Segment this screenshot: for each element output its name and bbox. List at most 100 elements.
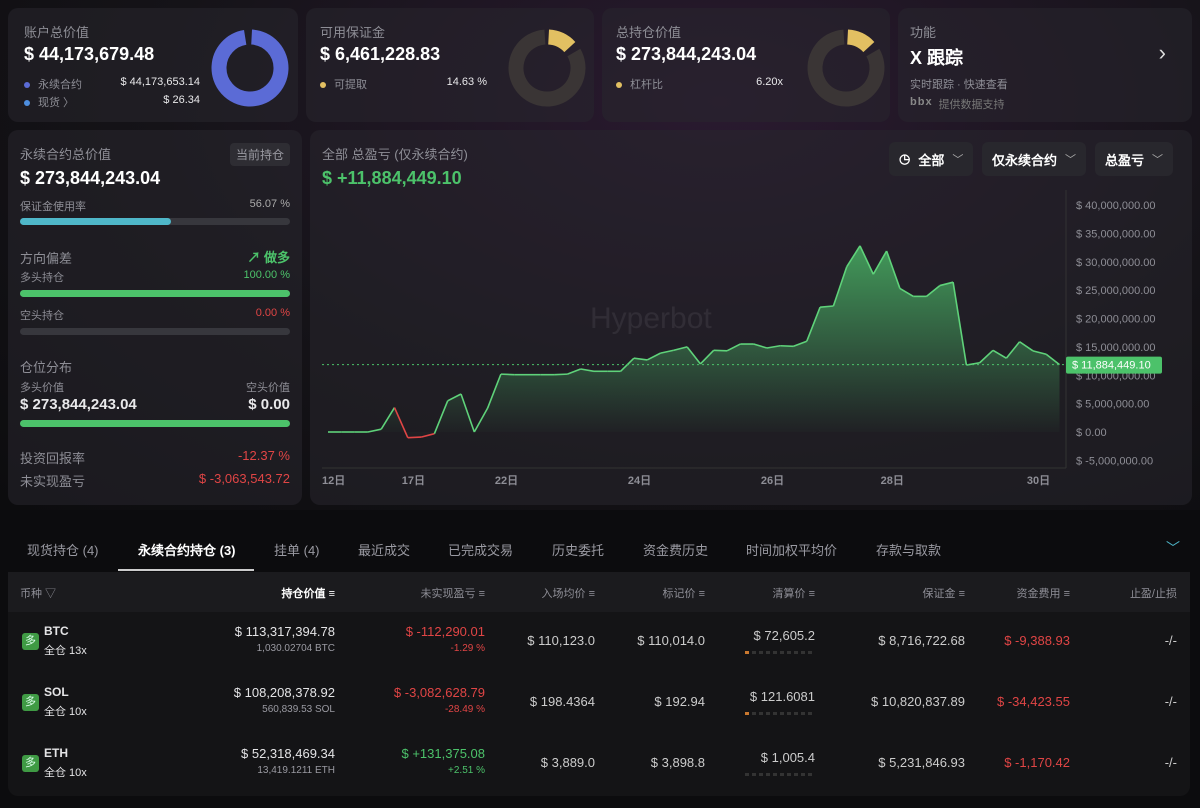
sort-icon[interactable]: ≡ — [586, 588, 595, 600]
liquidation-risk-meter — [745, 712, 812, 715]
x-tick-label: 26日 — [761, 474, 784, 487]
position-size: 13,419.1211 ETH — [257, 765, 335, 776]
tab-5[interactable]: 历史委托 — [552, 540, 604, 559]
margin: $ 10,820,837.89 — [871, 694, 965, 709]
chevron-right-icon[interactable]: › — [1159, 40, 1166, 66]
long-badge: 多 — [22, 755, 39, 772]
margin-usage-label: 保证金使用率 — [20, 201, 86, 213]
legend-dot — [24, 82, 30, 89]
tab-7[interactable]: 时间加权平均价 — [746, 540, 837, 559]
long-label: 多头持仓 — [20, 272, 64, 284]
x-tick-label: 17日 — [402, 474, 425, 487]
position-value: $ 108,208,378.92 — [233, 685, 335, 700]
x-tick-label: 24日 — [628, 474, 651, 487]
sort-icon[interactable]: ≡ — [1061, 588, 1070, 600]
active-tab-indicator — [118, 569, 254, 571]
margin: $ 5,231,846.93 — [878, 755, 965, 770]
long-badge: 多 — [22, 633, 39, 650]
withdrawable-pct: 14.63 % — [446, 76, 487, 88]
pnl-chart-card: 全部 总盈亏 (仅永续合约) $ +11,884,449.10 ◷ 全部 ﹀ 仅永续… — [310, 130, 1192, 505]
perp-value: $ 44,173,653.14 — [120, 76, 200, 88]
leverage-label: 杠杆比 — [630, 79, 663, 91]
column-header-8[interactable]: 止盈/止损 — [1130, 585, 1177, 601]
sort-icon[interactable]: ≡ — [476, 588, 485, 600]
tab-3[interactable]: 最近成交 — [358, 540, 410, 559]
column-header-3[interactable]: 入场均价 ≡ — [542, 585, 595, 601]
sort-icon[interactable]: ≡ — [956, 588, 965, 600]
sort-icon[interactable]: ≡ — [326, 588, 335, 600]
tp-sl: -/- — [1164, 633, 1177, 648]
y-tick-label: $ 15,000,000.00 — [1076, 342, 1156, 354]
chevron-down-icon[interactable]: ﹀ — [1166, 538, 1180, 558]
coin-symbol: ETH — [44, 746, 68, 760]
column-label: 资金费用 — [1016, 588, 1061, 600]
y-tick-label: $ 20,000,000.00 — [1076, 314, 1156, 326]
long-bar — [20, 290, 290, 297]
coin-symbol: SOL — [44, 685, 69, 699]
column-header-2[interactable]: 未实现盈亏 ≡ — [421, 585, 485, 601]
roi-value: -12.37 % — [237, 448, 290, 463]
account-value-card: 账户总价值 $ 44,173,679.48 永续合约 $ 44,173,653.1… — [8, 8, 298, 122]
pnl-line-segment — [500, 373, 515, 376]
unrealized-pnl-pct: -1.29 % — [450, 643, 485, 654]
tab-2[interactable]: 挂单 (4) — [274, 540, 320, 559]
legend-dot — [616, 82, 622, 89]
column-header-0[interactable]: 币种 ▽ — [20, 585, 56, 601]
powered-by-text: 提供数据支持 — [938, 99, 1005, 111]
mark-price: $ 192.94 — [654, 694, 705, 709]
margin-mode: 全仓 10x — [44, 706, 87, 718]
tab-1[interactable]: 永续合约持仓 (3) — [138, 540, 236, 559]
long-badge: 多 — [22, 694, 39, 711]
unrealized-pnl: $ -3,082,628.79 — [393, 685, 485, 700]
x-tick-label: 22日 — [495, 474, 518, 487]
margin: $ 8,716,722.68 — [878, 633, 965, 648]
short-value-label: 空头价值 — [246, 382, 290, 394]
short-value: $ 0.00 — [248, 396, 290, 413]
funding-fee: $ -34,423.55 — [996, 694, 1070, 709]
column-label: 未实现盈亏 — [420, 588, 476, 600]
unrealized-pnl: $ +131,375.08 — [401, 746, 486, 761]
mark-price: $ 110,014.0 — [637, 633, 705, 648]
liquidation-price: $ 1,005.4 — [760, 750, 815, 765]
filter-icon[interactable]: ▽ — [42, 588, 56, 600]
trending-up-icon: ↗ — [247, 250, 264, 265]
card-title: 功能 — [910, 25, 937, 40]
pnl-line-segment — [820, 305, 834, 308]
column-header-1[interactable]: 持仓价值 ≡ — [282, 585, 335, 601]
distribution-label: 仓位分布 — [20, 360, 73, 375]
tab-8[interactable]: 存款与取款 — [876, 540, 941, 559]
column-header-4[interactable]: 标记价 ≡ — [663, 585, 705, 601]
y-tick-label: $ 25,000,000.00 — [1076, 285, 1156, 297]
liquidation-price: $ 72,605.2 — [753, 628, 815, 643]
funding-fee: $ -9,388.93 — [1004, 633, 1070, 648]
liquidation-price: $ 121.6081 — [749, 689, 815, 704]
spot-link[interactable]: 现货 〉 $ 26.34 — [24, 94, 200, 110]
short-bar — [20, 328, 290, 335]
entry-price: $ 198.4364 — [529, 694, 595, 709]
x-tracking-title: X 跟踪 — [910, 48, 964, 68]
position-size: 560,839.53 SOL — [262, 704, 335, 715]
donut-chart — [508, 29, 586, 107]
legend-dot — [24, 100, 30, 107]
x-tracking-card[interactable]: 功能 X 跟踪 实时跟踪 · 快速查看 bbx 提供数据支持 › — [898, 8, 1192, 122]
margin-usage-pct: 56.07 % — [249, 198, 290, 210]
pnl-area — [328, 245, 1060, 438]
column-label: 清算价 — [772, 588, 806, 600]
column-label: 止盈/止损 — [1129, 588, 1177, 600]
column-header-7[interactable]: 资金费用 ≡ — [1017, 585, 1070, 601]
entry-price: $ 110,123.0 — [527, 633, 595, 648]
column-header-6[interactable]: 保证金 ≡ — [923, 585, 965, 601]
donut-chart — [211, 29, 289, 107]
tab-4[interactable]: 已完成交易 — [448, 540, 513, 559]
sort-icon[interactable]: ≡ — [696, 588, 705, 600]
tab-6[interactable]: 资金费历史 — [643, 540, 708, 559]
pnl-chart[interactable]: $ 40,000,000.00 $ 35,000,000.00 $ 30,000,0… — [310, 130, 1192, 505]
withdrawable-label: 可提取 — [334, 79, 367, 91]
current-position-badge[interactable]: 当前持仓 — [229, 143, 290, 166]
unrealized-pnl-pct: +2.51 % — [448, 765, 485, 776]
column-header-5[interactable]: 清算价 ≡ — [773, 585, 815, 601]
sort-icon[interactable]: ≡ — [806, 588, 815, 600]
tab-0[interactable]: 现货持仓 (4) — [27, 540, 99, 559]
perp-value: $ 273,844,243.04 — [20, 168, 161, 188]
perp-summary-card: 永续合约总价值 当前持仓 $ 273,844,243.04 保证金使用率 56.… — [8, 130, 302, 505]
